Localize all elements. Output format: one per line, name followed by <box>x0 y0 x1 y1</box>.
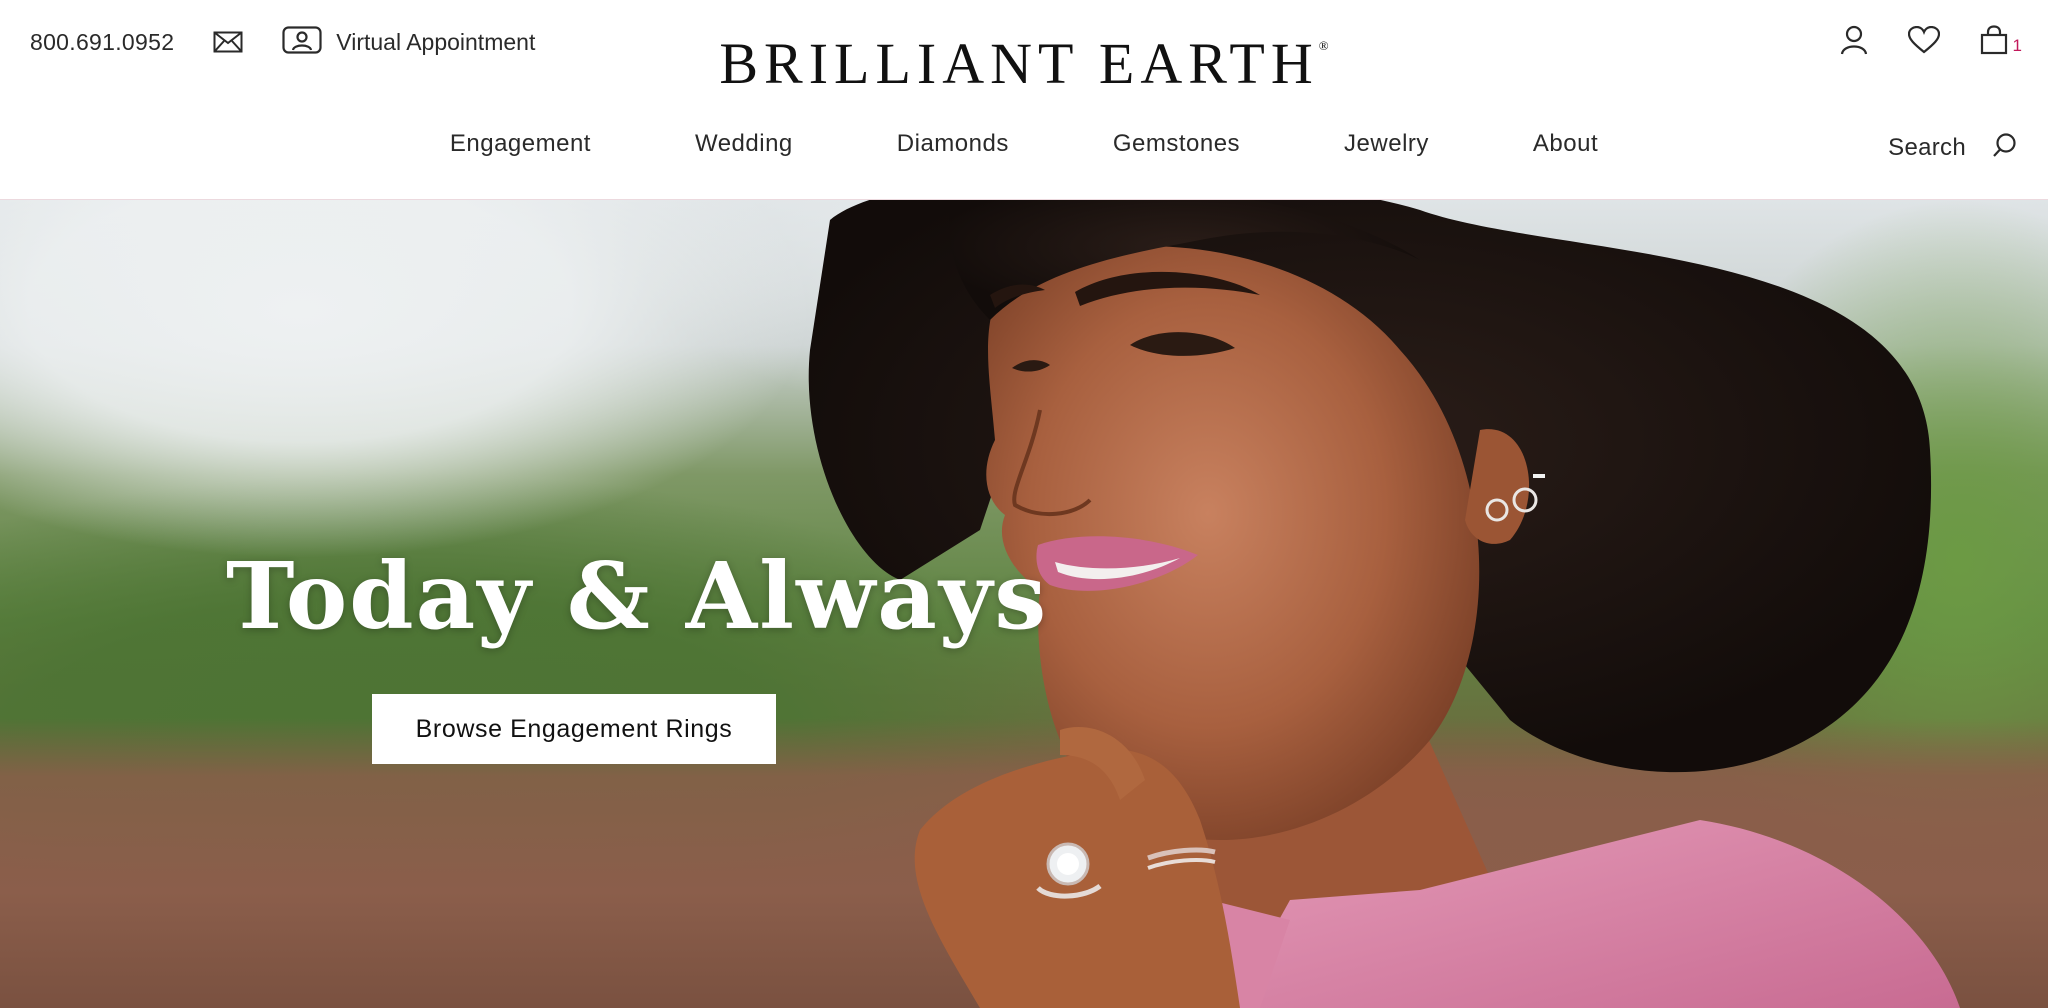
phone-link[interactable]: 800.691.0952 <box>30 29 174 56</box>
nav-wedding[interactable]: Wedding <box>695 130 793 158</box>
brand-logo-text: BRILLIANT EARTH <box>719 31 1319 96</box>
nav-engagement[interactable]: Engagement <box>450 130 591 158</box>
search-label: Search <box>1888 133 1966 161</box>
shopping-bag-icon[interactable]: 1 <box>1974 20 2022 60</box>
main-nav: Engagement Wedding Diamonds Gemstones Je… <box>0 130 2048 158</box>
registered-mark: ® <box>1318 38 1329 53</box>
virtual-appointment-link[interactable]: Virtual Appointment <box>282 25 536 59</box>
nav-about[interactable]: About <box>1533 130 1598 158</box>
hero-headline: Today & Always <box>226 542 1049 650</box>
nav-gemstones[interactable]: Gemstones <box>1113 130 1240 158</box>
account-icons: 1 <box>1804 20 2022 60</box>
mail-icon[interactable] <box>212 29 244 55</box>
search-icon <box>1992 132 2018 163</box>
nav-diamonds[interactable]: Diamonds <box>897 130 1009 158</box>
hero-banner: Today & Always Browse Engagement Rings <box>0 200 2048 1008</box>
heart-icon[interactable] <box>1904 20 1944 60</box>
site-header: 800.691.0952 Virtual Appointment BRILLIA… <box>0 0 2048 200</box>
brand-logo[interactable]: BRILLIANT EARTH® <box>719 31 1328 96</box>
virtual-appointment-label: Virtual Appointment <box>336 28 536 55</box>
browse-engagement-rings-button[interactable]: Browse Engagement Rings <box>372 694 776 764</box>
search-trigger[interactable]: Search <box>1888 132 2018 163</box>
user-icon[interactable] <box>1834 20 1874 60</box>
video-person-icon <box>282 25 322 59</box>
utility-bar: 800.691.0952 Virtual Appointment <box>30 22 535 62</box>
nav-jewelry[interactable]: Jewelry <box>1344 130 1429 158</box>
cart-count-badge: 1 <box>2012 36 2022 55</box>
